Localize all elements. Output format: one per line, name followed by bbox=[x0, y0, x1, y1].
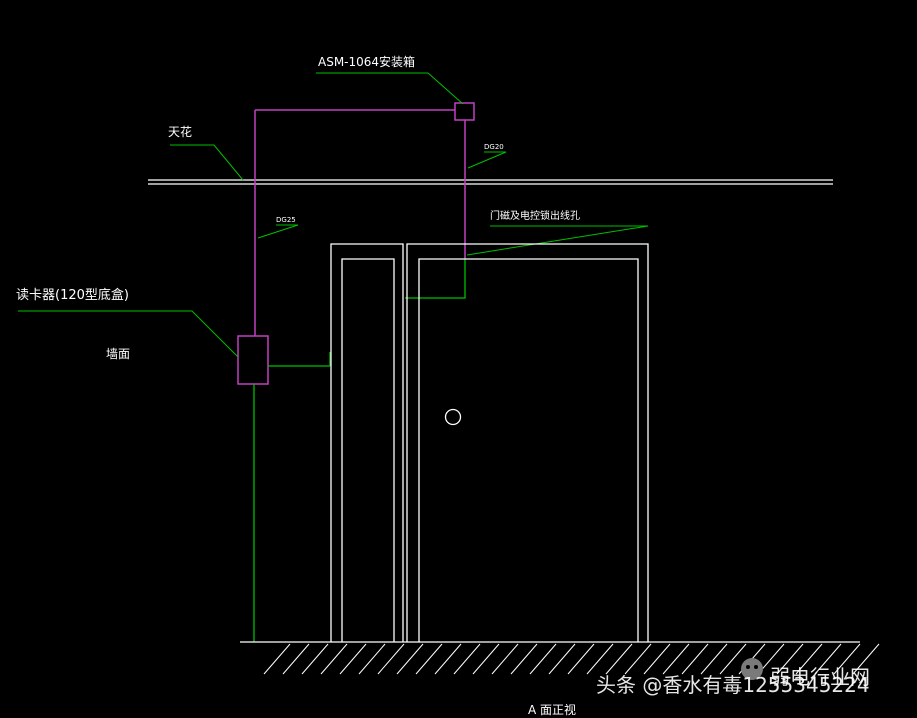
hatch-line bbox=[453, 643, 481, 675]
hatch-line bbox=[681, 643, 709, 675]
wall-label: 墙面 bbox=[106, 347, 130, 361]
view-title-label: A 面正视 bbox=[528, 702, 576, 717]
asm-box-shape bbox=[454, 102, 475, 121]
ceiling-line bbox=[148, 179, 833, 185]
asm-box-label: ASM-1064安装箱 bbox=[318, 54, 415, 69]
hatch-line bbox=[320, 643, 348, 675]
hatch-line bbox=[491, 643, 519, 675]
hatch-line bbox=[282, 643, 310, 675]
door-outlet-label: 门磁及电控锁出线孔 bbox=[490, 209, 580, 222]
hatch-line bbox=[662, 643, 690, 675]
hatch-line bbox=[415, 643, 443, 675]
hatch-line bbox=[643, 643, 671, 675]
hatch-line bbox=[377, 643, 405, 675]
hatch-line bbox=[434, 643, 462, 675]
door-elevation-drawing: ASM-1064安装箱 天花 DG20 门磁及电控锁出线孔 DG25 读卡器(1… bbox=[16, 54, 880, 717]
hatch-line bbox=[586, 643, 614, 675]
hatch-line bbox=[624, 643, 652, 675]
green-wiring bbox=[253, 258, 466, 642]
ceiling-label: 天花 bbox=[168, 124, 192, 139]
hatch-line bbox=[301, 643, 329, 675]
cad-drawing-canvas: ASM-1064安装箱 天花 DG20 门磁及电控锁出线孔 DG25 读卡器(1… bbox=[0, 0, 917, 718]
hatch-line bbox=[358, 643, 386, 675]
hatch-line bbox=[529, 643, 557, 675]
door-frame bbox=[330, 243, 649, 642]
hatch-line bbox=[567, 643, 595, 675]
hatch-line bbox=[396, 643, 424, 675]
hatch-line bbox=[700, 643, 728, 675]
hatch-line bbox=[472, 643, 500, 675]
door-handle-icon bbox=[444, 408, 462, 426]
hatch-line bbox=[263, 643, 291, 675]
hatch-line bbox=[339, 643, 367, 675]
hatch-line bbox=[548, 643, 576, 675]
card-reader-box-shape bbox=[237, 335, 269, 385]
watermark-source: 头条 @香水有毒1255345224 bbox=[596, 673, 870, 697]
hatch-line bbox=[605, 643, 633, 675]
dg25-label: DG25 bbox=[276, 216, 296, 224]
dg20-label: DG20 bbox=[484, 143, 504, 151]
card-reader-label: 读卡器(120型底盒) bbox=[16, 287, 129, 303]
hatch-line bbox=[510, 643, 538, 675]
